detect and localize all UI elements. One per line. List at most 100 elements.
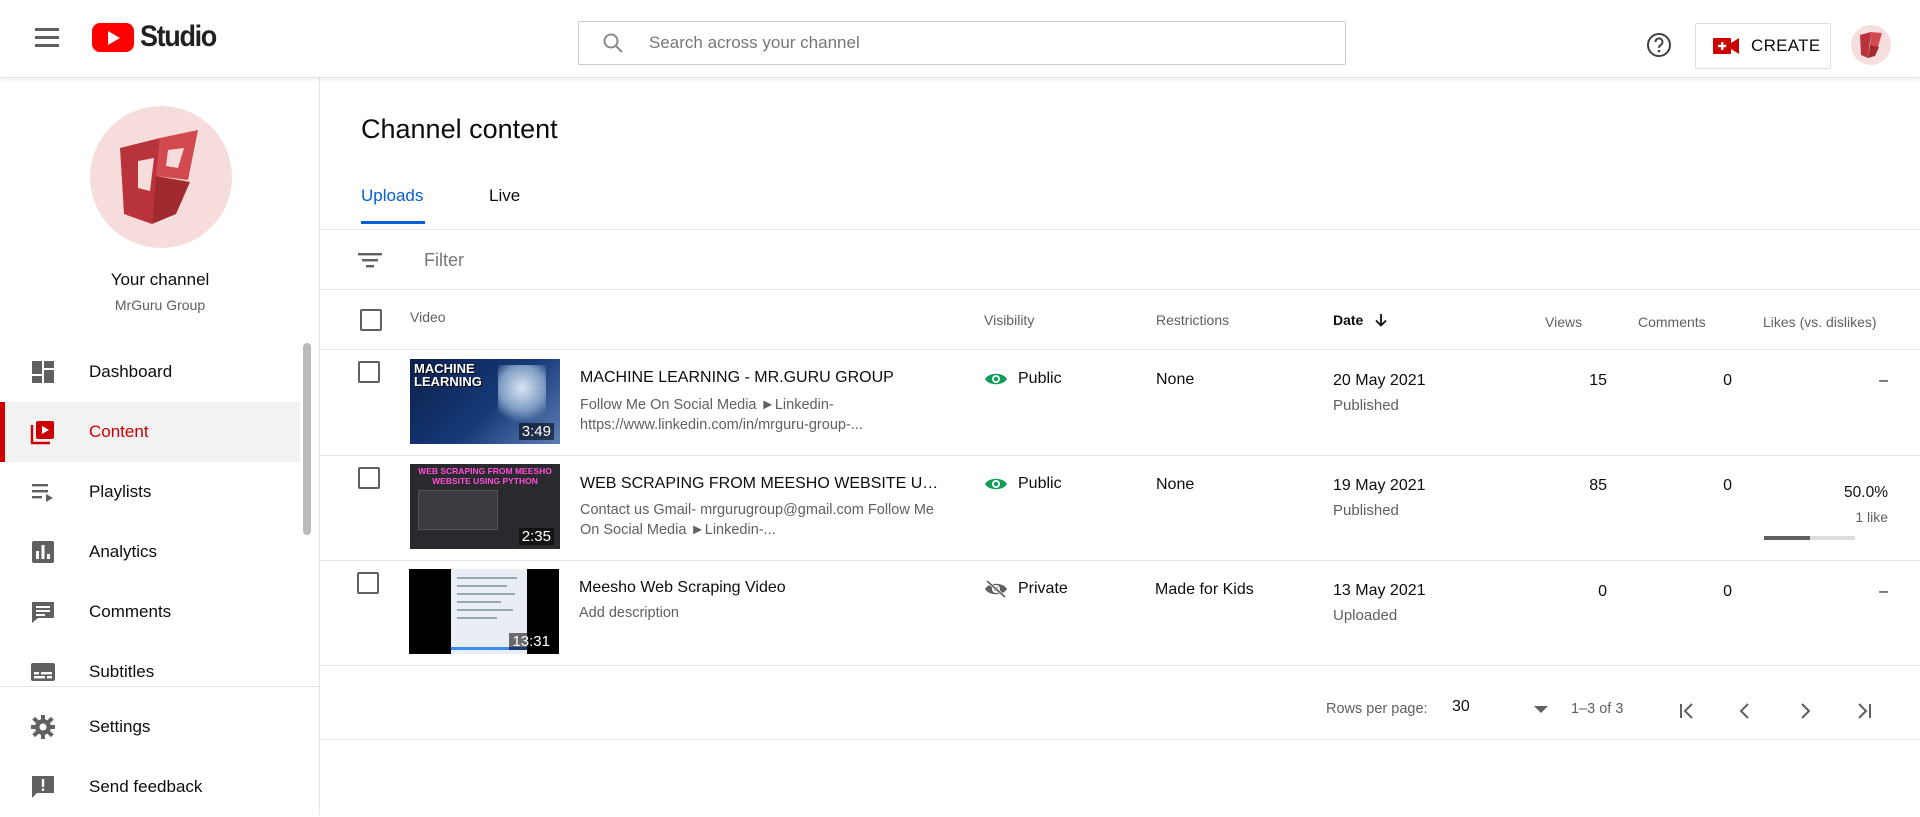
sidebar-item-settings[interactable]: Settings xyxy=(0,697,320,757)
restrictions-value: Made for Kids xyxy=(1155,581,1254,598)
channel-name: MrGuru Group xyxy=(114,297,206,313)
video-thumbnail[interactable]: MACHINE LEARNING 3:49 xyxy=(410,359,560,444)
sidebar-item-label: Send feedback xyxy=(89,777,203,796)
sidebar-item-label: Subtitles xyxy=(89,662,155,681)
filter-input[interactable] xyxy=(424,244,1024,276)
youtube-logo-icon xyxy=(92,22,134,52)
content-tabs: Uploads Live xyxy=(361,186,520,224)
video-thumbnail[interactable]: WEB SCRAPING FROM MEESHO WEBSITE USING P… xyxy=(410,464,560,549)
views-value: 15 xyxy=(1589,372,1607,389)
date-value: 13 May 2021 xyxy=(1333,582,1426,599)
likes-count: 1 like xyxy=(1855,509,1888,525)
menu-icon[interactable] xyxy=(32,24,62,50)
channel-title: Your channel xyxy=(110,270,210,289)
row-checkbox[interactable] xyxy=(358,467,380,489)
account-avatar[interactable] xyxy=(1851,25,1891,65)
column-header-video: Video xyxy=(410,309,446,325)
select-all-checkbox[interactable] xyxy=(360,309,382,331)
top-bar: Studio CREATE xyxy=(0,0,1920,78)
date-status: Published xyxy=(1333,397,1399,414)
previous-page-icon[interactable] xyxy=(1730,696,1760,726)
visibility-label: Public xyxy=(1018,370,1062,387)
video-duration: 2:35 xyxy=(518,528,554,545)
visibility-status[interactable]: Public xyxy=(984,475,1062,493)
column-header-likes[interactable]: Likes (vs. dislikes) xyxy=(1763,292,1877,352)
comments-value: 0 xyxy=(1723,477,1732,494)
likes-ratio-fill xyxy=(1764,536,1810,540)
restrictions-value: None xyxy=(1156,476,1195,493)
video-description: Follow Me On Social Media ►Linkedin- htt… xyxy=(580,397,863,433)
likes-value: – xyxy=(1879,372,1888,389)
likes-ratio-bar xyxy=(1764,536,1855,540)
subtitles-icon xyxy=(31,663,55,681)
sidebar-item-label: Analytics xyxy=(89,542,158,561)
table-row[interactable]: 13:31 Meesho Web Scraping Video Add desc… xyxy=(320,561,1920,666)
search-box[interactable] xyxy=(578,21,1346,65)
arrow-down-icon xyxy=(1375,314,1387,327)
robot-image xyxy=(498,365,546,431)
video-thumbnail[interactable]: 13:31 xyxy=(409,569,559,654)
video-duration: 3:49 xyxy=(518,423,554,440)
sidebar-item-analytics[interactable]: Analytics xyxy=(0,522,300,582)
rows-per-page-select[interactable]: 30 xyxy=(1452,698,1548,724)
video-title[interactable]: Meesho Web Scraping Video xyxy=(579,579,939,597)
date-value: 20 May 2021 xyxy=(1333,372,1426,389)
create-button[interactable]: CREATE xyxy=(1695,23,1831,69)
add-description-link[interactable]: Add description xyxy=(579,603,939,623)
tab-live[interactable]: Live xyxy=(489,186,520,224)
filter-bar xyxy=(320,230,1920,290)
column-header-date[interactable]: Date xyxy=(1333,290,1389,350)
sidebar-item-label: Content xyxy=(89,422,149,441)
sidebar-item-label: Comments xyxy=(89,602,172,621)
eye-icon xyxy=(985,373,1007,385)
column-header-comments[interactable]: Comments xyxy=(1638,292,1706,352)
likes-value: – xyxy=(1879,583,1888,600)
sidebar-scrollbar[interactable] xyxy=(303,343,311,535)
help-icon[interactable] xyxy=(1645,31,1673,59)
first-page-icon[interactable] xyxy=(1672,696,1702,726)
table-header: Video Visibility Restrictions Date Views… xyxy=(320,290,1920,350)
column-header-restrictions[interactable]: Restrictions xyxy=(1156,290,1229,350)
next-page-icon[interactable] xyxy=(1790,696,1820,726)
sidebar-item-label: Settings xyxy=(89,717,151,736)
video-title[interactable]: MACHINE LEARNING - MR.GURU GROUP xyxy=(580,369,940,387)
tab-uploads[interactable]: Uploads xyxy=(361,186,489,224)
visibility-status[interactable]: Private xyxy=(984,580,1068,598)
sidebar-item-dashboard[interactable]: Dashboard xyxy=(0,342,300,402)
sidebar: Your channel MrGuru Group Dashboard Cont… xyxy=(0,78,320,815)
sidebar-item-content[interactable]: Content xyxy=(0,402,300,462)
views-value: 0 xyxy=(1598,583,1607,600)
search-icon xyxy=(603,33,623,53)
mrguru-logo-icon xyxy=(1860,32,1882,58)
visibility-status[interactable]: Public xyxy=(984,370,1062,388)
date-value: 19 May 2021 xyxy=(1333,477,1426,494)
sidebar-nav: Dashboard Content Playlists Analytics Co… xyxy=(0,342,300,702)
visibility-label: Private xyxy=(1018,580,1068,597)
filter-icon[interactable] xyxy=(357,250,383,270)
channel-avatar[interactable] xyxy=(90,106,232,248)
sidebar-item-subtitles[interactable]: Subtitles xyxy=(0,642,300,702)
row-checkbox[interactable] xyxy=(358,361,380,383)
comments-icon xyxy=(32,602,54,623)
page-title: Channel content xyxy=(361,114,558,144)
restrictions-value: None xyxy=(1156,371,1195,388)
sidebar-item-comments[interactable]: Comments xyxy=(0,582,300,642)
video-title[interactable]: WEB SCRAPING FROM MEESHO WEBSITE USI... xyxy=(580,475,940,493)
chevron-down-icon xyxy=(1534,706,1548,713)
sidebar-item-send-feedback[interactable]: Send feedback xyxy=(0,757,320,817)
logo-text: Studio xyxy=(140,20,217,53)
column-header-views[interactable]: Views xyxy=(1545,292,1582,352)
column-header-visibility[interactable]: Visibility xyxy=(984,290,1034,350)
studio-logo[interactable]: Studio xyxy=(92,20,224,54)
thumbnail-caption: MACHINE LEARNING xyxy=(414,361,482,389)
last-page-icon[interactable] xyxy=(1849,696,1879,726)
sidebar-item-playlists[interactable]: Playlists xyxy=(0,462,300,522)
create-label: CREATE xyxy=(1751,36,1821,55)
search-input[interactable] xyxy=(579,22,1345,64)
table-row[interactable]: MACHINE LEARNING 3:49 MACHINE LEARNING -… xyxy=(320,351,1920,456)
likes-percentage: 50.0% xyxy=(1844,484,1888,501)
row-checkbox[interactable] xyxy=(357,572,379,594)
table-row[interactable]: WEB SCRAPING FROM MEESHO WEBSITE USING P… xyxy=(320,456,1920,561)
visibility-label: Public xyxy=(1018,475,1062,492)
playlists-icon xyxy=(32,484,53,502)
